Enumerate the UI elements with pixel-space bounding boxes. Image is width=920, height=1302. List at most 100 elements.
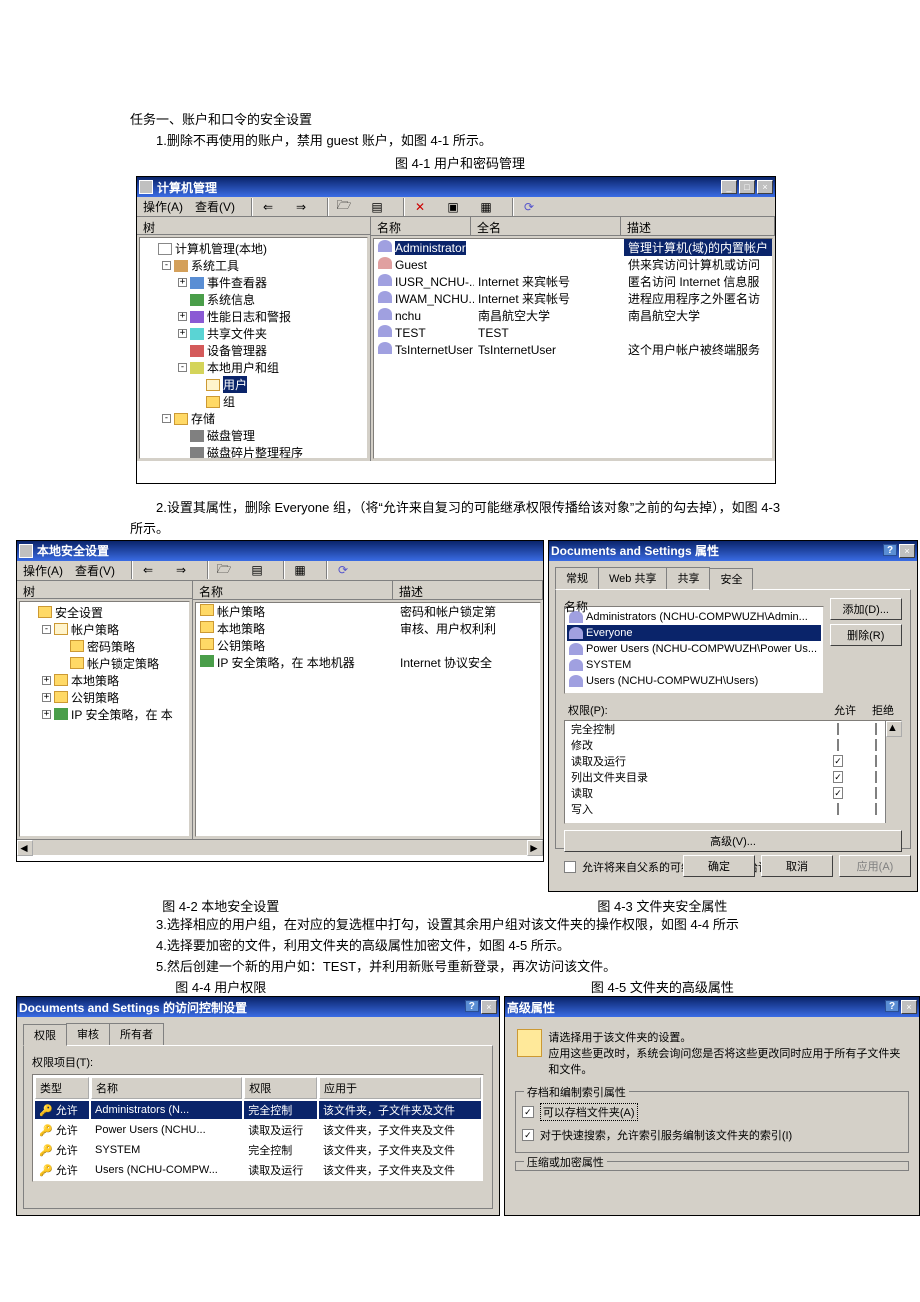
- tree-item[interactable]: 设备管理器: [142, 342, 365, 359]
- deny-checkbox[interactable]: [875, 723, 877, 735]
- help-button[interactable]: ?: [883, 544, 897, 556]
- close-button[interactable]: ×: [757, 180, 773, 194]
- tree-item[interactable]: +本地策略: [22, 672, 187, 689]
- export-icon[interactable]: ▦: [290, 561, 310, 579]
- deny-checkbox[interactable]: [875, 803, 877, 815]
- refresh-icon[interactable]: ⟳: [333, 561, 353, 579]
- titlebar[interactable]: 高级属性 ?×: [505, 997, 919, 1017]
- help-button[interactable]: ?: [885, 1000, 899, 1012]
- archive-checkbox[interactable]: ✓: [522, 1106, 534, 1118]
- acl-row[interactable]: 🔑 允许Power Users (NCHU...读取及运行该文件夹，子文件夹及文…: [35, 1121, 481, 1139]
- menu-action[interactable]: 操作(A): [143, 198, 183, 215]
- tree-item[interactable]: -帐户策略: [22, 621, 187, 638]
- acl-table[interactable]: 类型 名称 权限 应用于 🔑 允许Administrators (N...完全控…: [32, 1074, 484, 1182]
- expand-toggle[interactable]: +: [42, 710, 51, 719]
- back-button[interactable]: ⇐: [258, 198, 278, 216]
- tree-item[interactable]: +公钥策略: [22, 689, 187, 706]
- deny-checkbox[interactable]: [875, 787, 877, 799]
- tree-item[interactable]: 计算机管理(本地): [142, 240, 365, 257]
- minimize-button[interactable]: _: [721, 180, 737, 194]
- list-row[interactable]: Administrator管理计算机(域)的内置帐户: [374, 239, 772, 256]
- delete-icon[interactable]: ✕: [410, 198, 430, 216]
- tree-item[interactable]: +事件查看器: [142, 274, 365, 291]
- tree-item[interactable]: 帐户锁定策略: [22, 655, 187, 672]
- tab-security[interactable]: 安全: [709, 568, 753, 590]
- tree-item[interactable]: 密码策略: [22, 638, 187, 655]
- menu-view[interactable]: 查看(V): [75, 562, 115, 579]
- tree-item[interactable]: -系统工具: [142, 257, 365, 274]
- tree-item[interactable]: -存储: [142, 410, 365, 427]
- list-icon[interactable]: ▤: [367, 198, 387, 216]
- expand-toggle[interactable]: -: [162, 261, 171, 270]
- principal-row[interactable]: Administrators (NCHU-COMPWUZH\Admin...: [567, 609, 821, 625]
- principal-row[interactable]: Everyone: [567, 625, 821, 641]
- allow-checkbox[interactable]: ✓: [833, 755, 843, 767]
- tab-web-share[interactable]: Web 共享: [598, 567, 667, 589]
- list-row[interactable]: TsInternetUserTsInternetUser这个用户帐户被终端服务: [374, 341, 772, 358]
- col-name[interactable]: 名称: [193, 581, 393, 599]
- tree-item[interactable]: 组: [142, 393, 365, 410]
- close-button[interactable]: ×: [901, 1000, 917, 1014]
- expand-toggle[interactable]: -: [178, 363, 187, 372]
- help-button[interactable]: ?: [465, 1000, 479, 1012]
- acl-row[interactable]: 🔑 允许Administrators (N...完全控制该文件夹，子文件夹及文件: [35, 1101, 481, 1119]
- acl-row[interactable]: 🔑 允许SYSTEM完全控制该文件夹，子文件夹及文件: [35, 1141, 481, 1159]
- up-icon[interactable]: 🗁: [334, 198, 354, 216]
- cancel-button[interactable]: 取消: [761, 855, 833, 877]
- acl-row[interactable]: 🔑 允许Users (NCHU-COMPW...读取及运行该文件夹，子文件夹及文…: [35, 1161, 481, 1179]
- col-desc[interactable]: 描述: [393, 581, 543, 599]
- forward-button[interactable]: ⇒: [291, 198, 311, 216]
- col-desc[interactable]: 描述: [621, 217, 775, 235]
- tree-item[interactable]: 安全设置: [22, 604, 187, 621]
- principal-row[interactable]: Users (NCHU-COMPWUZH\Users): [567, 673, 821, 689]
- col-perm[interactable]: 权限: [244, 1077, 317, 1099]
- tab-owner[interactable]: 所有者: [109, 1023, 164, 1045]
- allow-checkbox[interactable]: [837, 803, 839, 815]
- expand-toggle[interactable]: +: [178, 278, 187, 287]
- deny-checkbox[interactable]: [875, 755, 877, 767]
- expand-toggle[interactable]: +: [42, 693, 51, 702]
- titlebar[interactable]: Documents and Settings 属性 ?×: [549, 541, 917, 561]
- help-icon[interactable]: ⟳: [519, 198, 539, 216]
- allow-checkbox[interactable]: ✓: [833, 771, 843, 783]
- index-checkbox[interactable]: ✓: [522, 1129, 534, 1141]
- refresh-icon[interactable]: ▦: [476, 198, 496, 216]
- expand-toggle[interactable]: +: [178, 329, 187, 338]
- tree-item[interactable]: 系统信息: [142, 291, 365, 308]
- list-row[interactable]: TESTTEST: [374, 324, 772, 341]
- list-row[interactable]: IP 安全策略，在 本地机器Internet 协议安全: [196, 654, 540, 671]
- expand-toggle[interactable]: +: [42, 676, 51, 685]
- titlebar[interactable]: 本地安全设置: [17, 541, 543, 561]
- allow-checkbox[interactable]: ✓: [833, 787, 843, 799]
- advanced-button[interactable]: 高级(V)...: [564, 830, 902, 852]
- tree-item[interactable]: -本地用户和组: [142, 359, 365, 376]
- titlebar[interactable]: Documents and Settings 的访问控制设置 ?×: [17, 997, 499, 1017]
- list-row[interactable]: nchu南昌航空大学南昌航空大学: [374, 307, 772, 324]
- add-button[interactable]: 添加(D)...: [830, 598, 902, 620]
- expand-toggle[interactable]: -: [162, 414, 171, 423]
- expand-toggle[interactable]: -: [42, 625, 51, 634]
- remove-button[interactable]: 删除(R): [830, 624, 902, 646]
- tree-item[interactable]: +IP 安全策略，在 本: [22, 706, 187, 723]
- col-apply[interactable]: 应用于: [319, 1077, 481, 1099]
- col-fullname[interactable]: 全名: [471, 217, 621, 235]
- list-row[interactable]: IUSR_NCHU-...Internet 来宾帐号匿名访问 Internet …: [374, 273, 772, 290]
- properties-icon[interactable]: ▣: [443, 198, 463, 216]
- tab-permissions[interactable]: 权限: [23, 1024, 67, 1046]
- tree-view[interactable]: 安全设置-帐户策略密码策略帐户锁定策略+本地策略+公钥策略+IP 安全策略，在 …: [19, 601, 190, 837]
- ok-button[interactable]: 确定: [683, 855, 755, 877]
- col-type[interactable]: 类型: [35, 1077, 89, 1099]
- forward-button[interactable]: ⇒: [171, 561, 191, 579]
- list-row[interactable]: Guest供来宾访问计算机或访问: [374, 256, 772, 273]
- maximize-button[interactable]: □: [739, 180, 755, 194]
- tree-item[interactable]: 用户: [142, 376, 365, 393]
- tree-item[interactable]: +共享文件夹: [142, 325, 365, 342]
- tree-item[interactable]: +性能日志和警报: [142, 308, 365, 325]
- list-row[interactable]: IWAM_NCHU...Internet 来宾帐号进程应用程序之外匿名访: [374, 290, 772, 307]
- scroll-up-button[interactable]: ▲: [886, 721, 902, 737]
- apply-button[interactable]: 应用(A): [839, 855, 911, 877]
- scroll-left-button[interactable]: ◄: [17, 840, 33, 856]
- tree-item[interactable]: 磁盘碎片整理程序: [142, 444, 365, 459]
- user-list[interactable]: Administrator管理计算机(域)的内置帐户Guest供来宾访问计算机或…: [373, 238, 773, 459]
- principal-row[interactable]: SYSTEM: [567, 657, 821, 673]
